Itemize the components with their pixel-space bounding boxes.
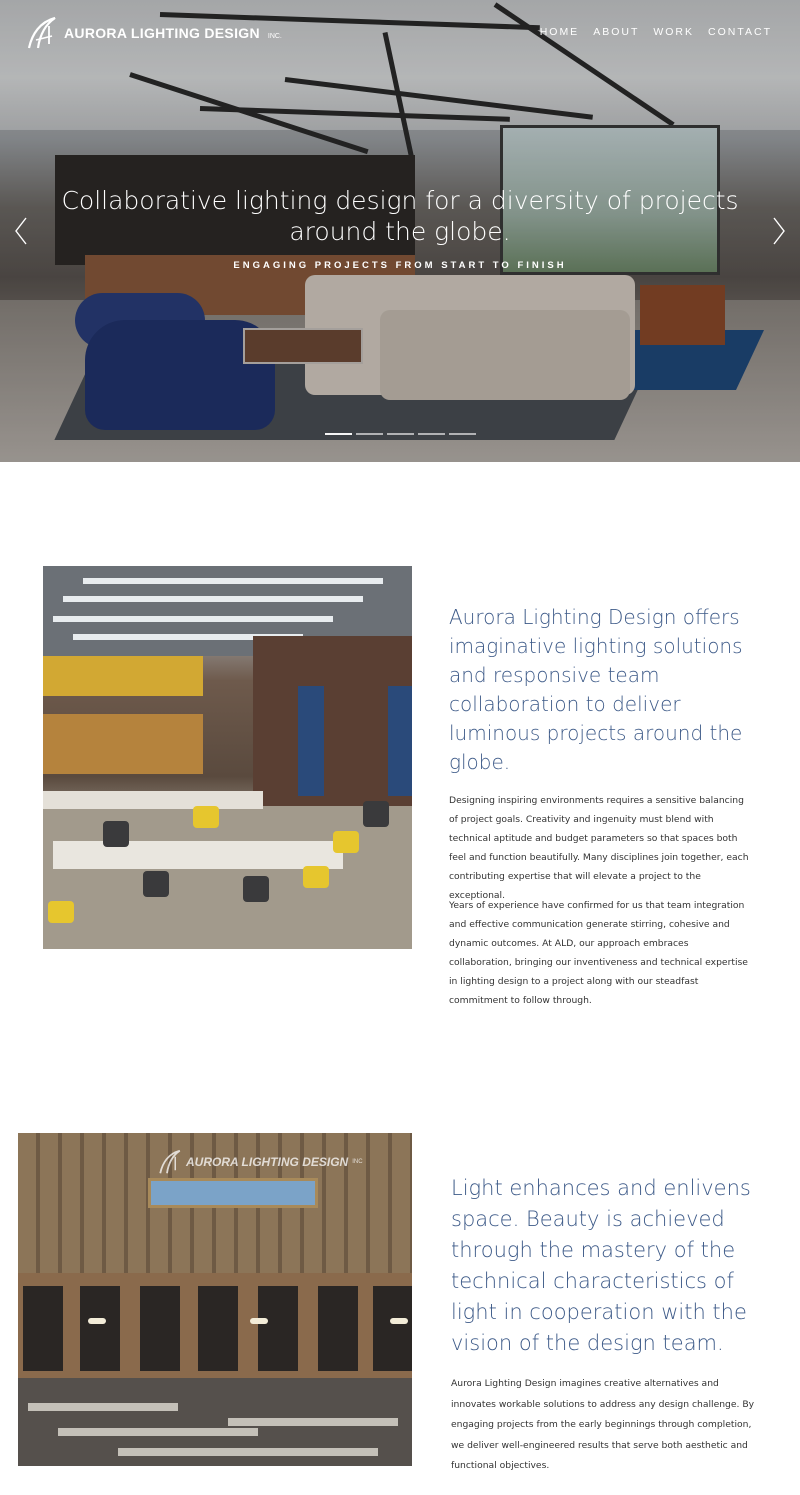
image-table bbox=[53, 841, 343, 869]
image-chair bbox=[363, 801, 389, 827]
chevron-right-icon[interactable] bbox=[772, 216, 786, 246]
image-pendant-lamp bbox=[390, 1318, 408, 1324]
image-shelf bbox=[28, 1403, 178, 1411]
image-window bbox=[140, 1286, 180, 1371]
hero-slideshow: AURORA LIGHTING DESIGN INC. HOME ABOUT W… bbox=[0, 0, 800, 462]
image-chair bbox=[243, 876, 269, 902]
image-pendant-lamp bbox=[250, 1318, 268, 1324]
cafeteria-project-image bbox=[43, 566, 412, 949]
section1-heading: Aurora Lighting Design offers imaginativ… bbox=[449, 605, 743, 774]
image-chair bbox=[103, 821, 129, 847]
image-chair bbox=[303, 866, 329, 888]
section2-paragraph: Aurora Lighting Design imagines creative… bbox=[451, 1378, 755, 1471]
slide-indicator[interactable] bbox=[356, 433, 383, 435]
slide-indicator[interactable] bbox=[418, 433, 445, 435]
watermark-text: AURORA LIGHTING DESIGN bbox=[186, 1155, 349, 1169]
market-hall-project-image: AURORA LIGHTING DESIGN INC bbox=[18, 1133, 412, 1466]
brand-suffix: INC. bbox=[267, 32, 282, 40]
image-window bbox=[298, 686, 324, 796]
image-chair bbox=[143, 871, 169, 897]
aurora-logo-icon bbox=[27, 16, 56, 49]
image-floor bbox=[43, 806, 412, 949]
image-window bbox=[258, 1286, 298, 1371]
image-window bbox=[23, 1286, 63, 1371]
nav-item-about[interactable]: ABOUT bbox=[593, 26, 639, 38]
image-chair bbox=[48, 901, 74, 923]
image-skylight bbox=[148, 1178, 318, 1208]
image-window bbox=[318, 1286, 358, 1371]
image-yellow-panel bbox=[43, 656, 203, 696]
slide-indicator[interactable] bbox=[449, 433, 476, 435]
image-light-fixture bbox=[83, 578, 383, 584]
aurora-logo-icon bbox=[159, 1149, 181, 1174]
brand-name: AURORA LIGHTING DESIGN bbox=[64, 25, 260, 41]
image-window bbox=[373, 1286, 412, 1371]
image-shelf bbox=[228, 1418, 398, 1426]
section2-heading: Light enhances and enlivens space. Beaut… bbox=[451, 1176, 751, 1355]
slide-indicator[interactable] bbox=[325, 433, 352, 435]
nav-item-home[interactable]: HOME bbox=[540, 26, 580, 38]
image-chair bbox=[333, 831, 359, 853]
image-shelf bbox=[58, 1428, 258, 1436]
image-window bbox=[80, 1286, 120, 1371]
hero-subheadline: ENGAGING PROJECTS FROM START TO FINISH bbox=[233, 260, 567, 271]
main-nav: HOME ABOUT WORK CONTACT bbox=[540, 26, 772, 38]
image-table bbox=[43, 791, 263, 809]
image-light-fixture bbox=[53, 616, 333, 622]
section1-paragraph: Years of experience have confirmed for u… bbox=[449, 900, 748, 1006]
site-logo[interactable]: AURORA LIGHTING DESIGN INC. bbox=[26, 16, 282, 50]
image-window bbox=[388, 686, 412, 796]
chevron-left-icon[interactable] bbox=[14, 216, 28, 246]
image-window bbox=[198, 1286, 238, 1371]
slide-indicators bbox=[325, 433, 476, 435]
hero-headline: Collaborative lighting design for a dive… bbox=[61, 186, 739, 246]
nav-item-contact[interactable]: CONTACT bbox=[708, 26, 772, 38]
nav-item-work[interactable]: WORK bbox=[653, 26, 694, 38]
image-watermark: AURORA LIGHTING DESIGN INC bbox=[158, 1149, 363, 1175]
image-pendant-lamp bbox=[88, 1318, 106, 1324]
watermark-suffix: INC bbox=[352, 1159, 363, 1165]
image-shelf bbox=[118, 1448, 378, 1456]
image-wood-panel bbox=[43, 714, 203, 774]
slide-indicator[interactable] bbox=[387, 433, 414, 435]
image-chair bbox=[193, 806, 219, 828]
section1-paragraph: Designing inspiring environments require… bbox=[449, 795, 749, 901]
image-light-fixture bbox=[63, 596, 363, 602]
